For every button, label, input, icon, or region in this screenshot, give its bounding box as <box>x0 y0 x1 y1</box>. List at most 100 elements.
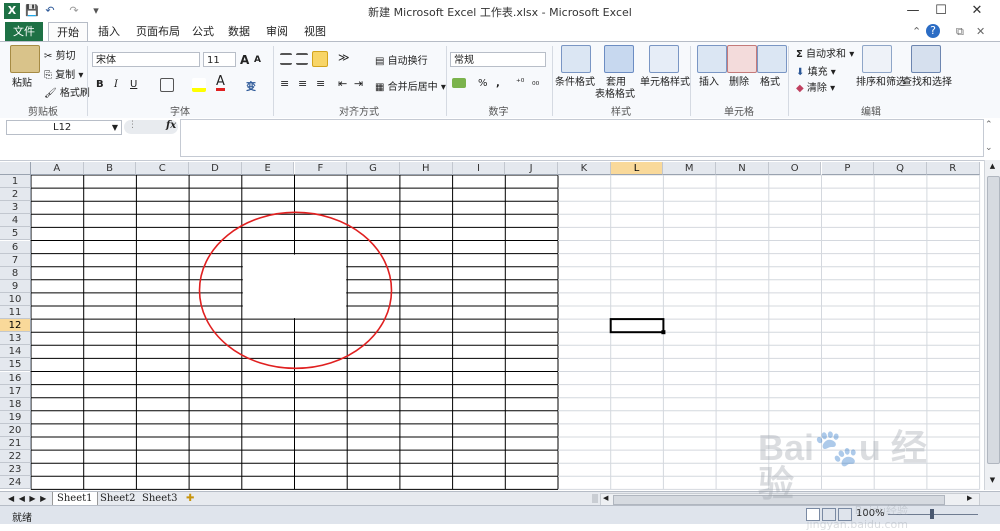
column-header-G[interactable]: G <box>347 162 400 175</box>
autosum-button[interactable]: Σ 自动求和 ▾ <box>796 45 854 60</box>
shrink-font-button[interactable]: A <box>254 55 261 65</box>
horizontal-scroll-thumb[interactable] <box>613 495 945 505</box>
row-header-6[interactable]: 6 <box>0 240 31 254</box>
column-header-N[interactable]: N <box>716 162 769 175</box>
tab-data[interactable]: 数据 <box>222 22 256 41</box>
column-header-P[interactable]: P <box>821 162 875 175</box>
scroll-left-icon[interactable]: ◀ <box>603 494 608 502</box>
normal-view-icon[interactable] <box>806 508 820 521</box>
align-top-icon[interactable] <box>280 53 292 65</box>
row-header-13[interactable]: 13 <box>0 332 31 346</box>
paste-icon[interactable] <box>10 45 40 73</box>
format-painter-button[interactable]: 🖌 格式刷 <box>44 84 90 99</box>
phonetic-button[interactable]: 变 <box>246 78 256 93</box>
tab-file[interactable]: 文件 <box>5 22 43 41</box>
column-header-H[interactable]: H <box>399 162 453 175</box>
tab-review[interactable]: 审阅 <box>260 22 294 41</box>
increase-indent-icon[interactable]: ⇥ <box>354 77 363 90</box>
row-header-2[interactable]: 2 <box>0 188 31 202</box>
sheet-tab-2[interactable]: Sheet2 <box>96 492 140 505</box>
conditional-format-icon[interactable] <box>561 45 591 73</box>
merge-center-button[interactable]: ▦ 合并后居中 ▾ <box>375 78 446 93</box>
chevron-down-icon[interactable]: ▼ <box>112 121 118 134</box>
close-button[interactable]: ✕ <box>962 0 992 22</box>
comma-button[interactable]: , <box>496 78 500 89</box>
page-layout-view-icon[interactable] <box>822 508 836 521</box>
copy-button[interactable]: ⎘ 复制 ▾ <box>44 66 83 81</box>
tab-split-handle[interactable] <box>592 494 598 503</box>
percent-button[interactable]: % <box>478 78 488 89</box>
align-bottom-icon[interactable] <box>312 51 328 67</box>
row-header-4[interactable]: 4 <box>0 214 31 228</box>
column-header-A[interactable]: A <box>31 162 84 175</box>
font-color-button[interactable]: A <box>216 75 225 91</box>
find-select-button[interactable]: 查找和选择 <box>902 73 952 88</box>
help-icon[interactable]: ? <box>926 24 940 38</box>
restore-workbook-icon[interactable]: ⧉ <box>950 22 970 41</box>
sheet-tab-1[interactable]: Sheet1 <box>52 492 98 505</box>
column-header-M[interactable]: M <box>663 162 717 175</box>
worksheet-grid[interactable]: ABCDEFGHIJKLMNOPQR 1 2 3 4 5 6 7 8 9 10 11 12 13 14 15… <box>0 162 990 492</box>
cell-styles-button[interactable]: 单元格样式 <box>640 73 690 88</box>
insert-cells-button[interactable]: 插入 <box>699 73 719 88</box>
underline-button[interactable]: U <box>130 79 137 90</box>
delete-cells-icon[interactable] <box>727 45 757 73</box>
currency-icon[interactable] <box>452 78 466 88</box>
row-header-3[interactable]: 3 <box>0 201 31 215</box>
row-header-20[interactable]: 20 <box>0 423 31 437</box>
column-header-L[interactable]: L <box>610 162 664 175</box>
insert-cells-icon[interactable] <box>697 45 727 73</box>
bold-button[interactable]: B <box>96 79 104 90</box>
minimize-button[interactable]: — <box>898 0 928 22</box>
row-header-14[interactable]: 14 <box>0 345 31 359</box>
sort-filter-icon[interactable] <box>862 45 892 73</box>
column-header-J[interactable]: J <box>505 162 558 175</box>
row-header-23[interactable]: 23 <box>0 463 31 477</box>
paste-button[interactable]: 粘贴 <box>12 74 32 89</box>
row-header-9[interactable]: 9 <box>0 279 31 293</box>
row-header-12[interactable]: 12 <box>0 319 31 333</box>
row-header-8[interactable]: 8 <box>0 266 31 280</box>
vertical-scroll-thumb[interactable] <box>987 176 1000 464</box>
maximize-button[interactable]: ☐ <box>926 0 956 22</box>
zoom-level[interactable]: 100% <box>856 508 885 519</box>
minimize-ribbon-icon[interactable]: ⌃ <box>906 22 927 41</box>
increase-decimal-icon[interactable]: ⁺⁰ <box>516 78 524 88</box>
align-left-icon[interactable]: ≡ <box>280 77 289 90</box>
row-header-21[interactable]: 21 <box>0 437 31 451</box>
conditional-format-button[interactable]: 条件格式 <box>555 73 595 88</box>
tab-insert[interactable]: 插入 <box>92 22 126 41</box>
column-header-R[interactable]: R <box>926 162 980 175</box>
column-header-B[interactable]: B <box>83 162 137 175</box>
row-header-7[interactable]: 7 <box>0 253 31 267</box>
align-center-icon[interactable]: ≡ <box>298 77 307 90</box>
formula-input[interactable] <box>180 119 984 157</box>
font-size-select[interactable]: 11 <box>203 52 236 67</box>
column-header-O[interactable]: O <box>768 162 822 175</box>
select-all-button[interactable] <box>0 162 31 175</box>
scroll-up-icon[interactable]: ▲ <box>987 162 998 172</box>
row-header-17[interactable]: 17 <box>0 384 31 398</box>
row-header-19[interactable]: 19 <box>0 410 31 424</box>
wrap-text-button[interactable]: ▤ 自动换行 <box>375 52 428 67</box>
decrease-decimal-icon[interactable]: ₀₀ <box>532 78 539 88</box>
borders-icon[interactable] <box>160 78 174 92</box>
column-header-C[interactable]: C <box>136 162 190 175</box>
format-cells-icon[interactable] <box>757 45 787 73</box>
align-right-icon[interactable]: ≡ <box>316 77 325 90</box>
column-header-E[interactable]: E <box>241 162 295 175</box>
column-header-D[interactable]: D <box>189 162 242 175</box>
number-format-select[interactable]: 常规 <box>450 52 546 67</box>
row-header-1[interactable]: 1 <box>0 175 31 189</box>
tab-view[interactable]: 视图 <box>298 22 332 41</box>
column-header-F[interactable]: F <box>294 162 348 175</box>
clear-button[interactable]: ◆ 清除 ▾ <box>796 79 835 94</box>
row-header-24[interactable]: 24 <box>0 476 31 490</box>
collapse-formula-bar-icon[interactable]: ⌄ <box>985 143 993 153</box>
insert-sheet-icon[interactable]: ✚ <box>182 492 198 505</box>
font-name-select[interactable]: 宋体 <box>92 52 200 67</box>
scroll-right-icon[interactable]: ▶ <box>967 494 972 502</box>
cell-styles-icon[interactable] <box>649 45 679 73</box>
zoom-slider-thumb[interactable] <box>930 509 934 519</box>
insert-function-button[interactable]: fx <box>166 120 176 131</box>
